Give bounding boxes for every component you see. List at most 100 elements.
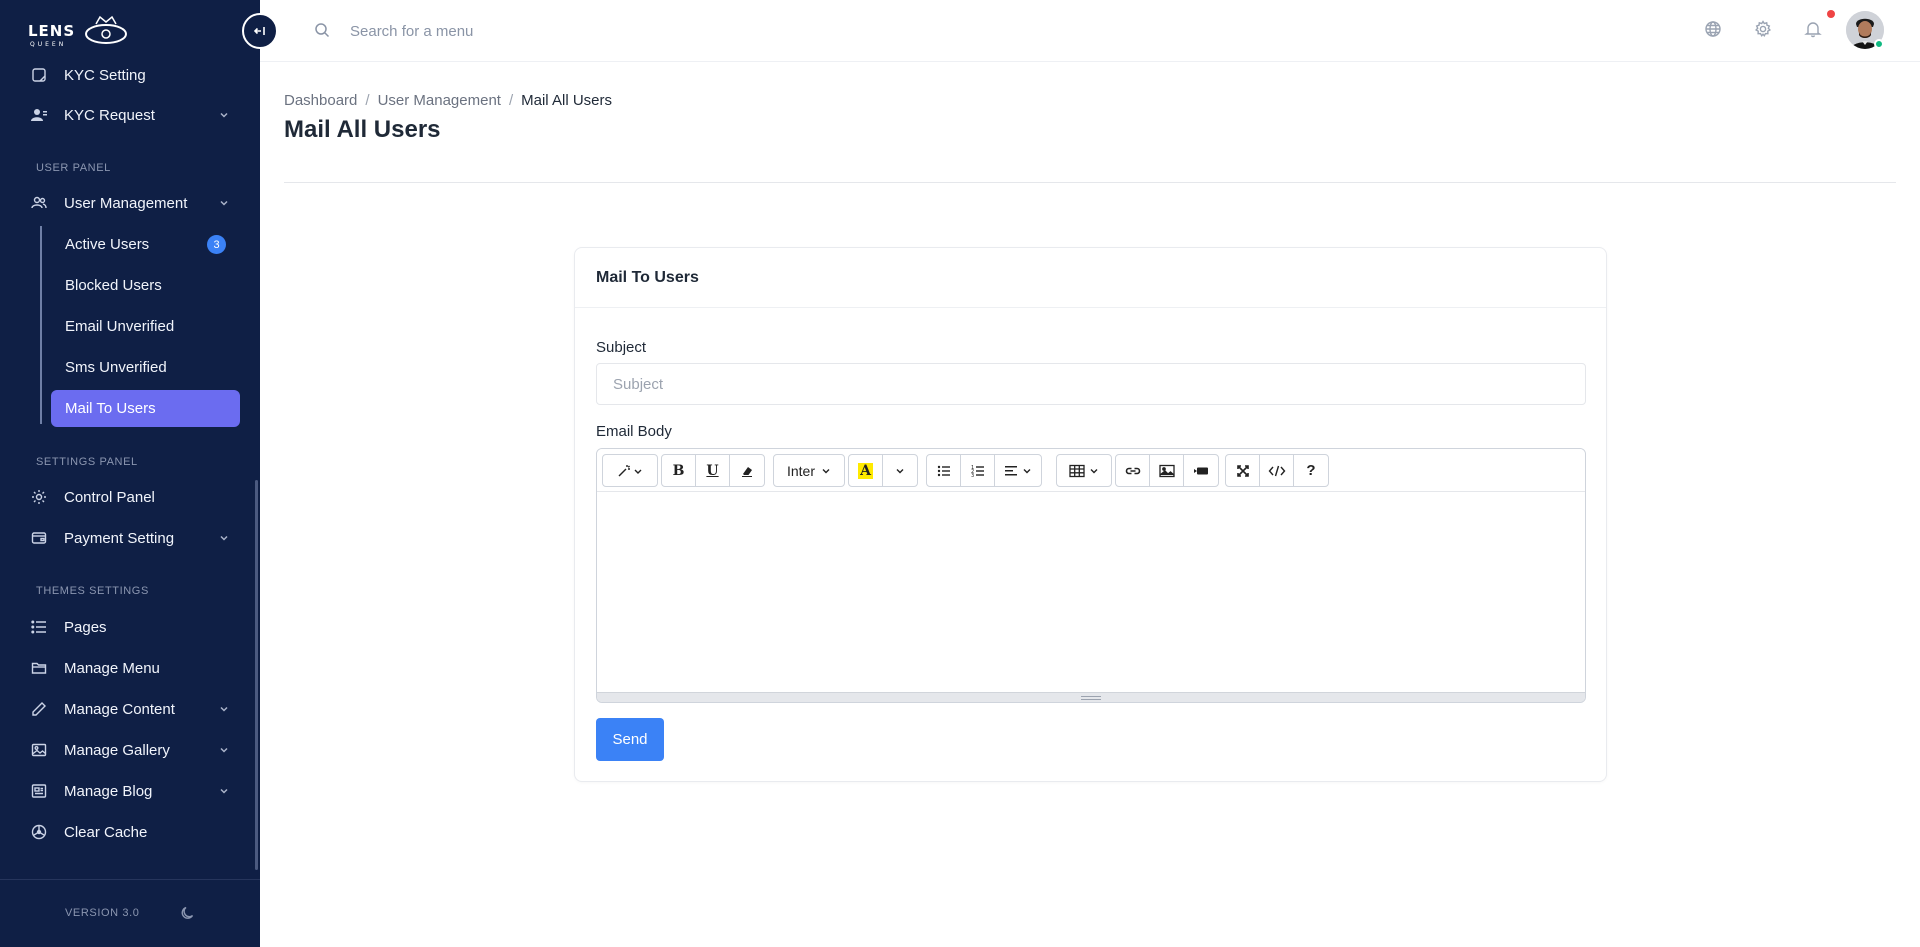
sidebar-item-label: KYC Request	[64, 106, 155, 124]
color-dropdown-button[interactable]	[883, 455, 917, 486]
insert-video-button[interactable]	[1184, 455, 1218, 486]
editor-resize-handle[interactable]	[597, 692, 1585, 702]
video-icon	[1194, 467, 1208, 474]
kyc-request-icon	[30, 106, 48, 124]
chevron-down-icon	[896, 468, 904, 473]
sidebar-item-manage-content[interactable]: Manage Content	[30, 691, 230, 727]
editor-toolbar: B U Inter A 1 2 3 ?	[597, 449, 1585, 492]
dark-mode-toggle-icon[interactable]	[180, 905, 196, 926]
top-bar	[260, 0, 1920, 62]
sidebar-item-label: Sms Unverified	[65, 359, 167, 376]
sidebar-subitem-sms-unverified[interactable]: Sms Unverified	[51, 349, 240, 386]
sidebar-item-label: Manage Content	[64, 700, 175, 718]
chevron-down-icon	[218, 702, 230, 719]
unordered-list-button[interactable]	[927, 455, 961, 486]
sidebar-subitem-blocked-users[interactable]: Blocked Users	[51, 267, 240, 304]
paragraph-group: 123	[926, 454, 1042, 487]
email-body-editor: B U Inter A 1 2 3 ?	[596, 448, 1586, 703]
align-dropdown-button[interactable]	[995, 455, 1041, 486]
sidebar-item-label: Manage Blog	[64, 782, 153, 800]
sidebar-item-pages[interactable]: Pages	[30, 609, 230, 645]
breadcrumb-separator: /	[365, 92, 370, 109]
sidebar-item-label: KYC Setting	[64, 66, 146, 84]
text-format-group: B U	[661, 454, 765, 487]
magic-wand-icon	[618, 464, 642, 476]
breadcrumb-dashboard[interactable]: Dashboard	[284, 92, 357, 109]
sidebar-item-label: Clear Cache	[64, 823, 148, 841]
sidebar-item-manage-gallery[interactable]: Manage Gallery	[30, 732, 230, 768]
version-label: VERSION 3.0	[65, 907, 140, 919]
chevron-down-icon	[1023, 468, 1031, 473]
sidebar-item-control-panel[interactable]: Control Panel	[30, 479, 230, 515]
svg-text:3: 3	[971, 473, 974, 478]
sidebar-subitem-mail-to-users[interactable]: Mail To Users	[51, 390, 240, 427]
chevron-down-icon	[218, 784, 230, 801]
code-icon	[1268, 465, 1285, 476]
section-label-settings-panel: SETTINGS PANEL	[36, 456, 138, 468]
sidebar-item-label: Payment Setting	[64, 529, 175, 547]
insert-group	[1115, 454, 1219, 487]
code-view-button[interactable]	[1260, 455, 1294, 486]
insert-link-button[interactable]	[1116, 455, 1150, 486]
sidebar-item-manage-blog[interactable]: Manage Blog	[30, 773, 230, 809]
globe-icon[interactable]	[1704, 20, 1722, 43]
image-icon	[1158, 464, 1175, 477]
view-group: ?	[1225, 454, 1329, 487]
bold-button[interactable]: B	[662, 455, 696, 486]
breadcrumb-separator: /	[508, 92, 514, 109]
email-body-textarea[interactable]	[597, 492, 1585, 692]
chevron-down-icon	[218, 743, 230, 760]
ordered-list-button[interactable]: 123	[961, 455, 995, 486]
send-button[interactable]: Send	[596, 718, 664, 761]
table-icon	[1069, 464, 1085, 477]
subject-input[interactable]	[596, 363, 1586, 405]
chevron-down-icon	[822, 468, 830, 473]
search-input[interactable]	[350, 16, 750, 46]
settings-icon[interactable]	[1754, 20, 1772, 43]
fullscreen-button[interactable]	[1226, 455, 1260, 486]
sidebar-scrollbar[interactable]	[255, 480, 258, 870]
search-icon	[314, 22, 330, 43]
sidebar-item-clear-cache[interactable]: Clear Cache	[30, 814, 230, 850]
bold-icon: B	[672, 462, 685, 479]
sidebar-item-manage-menu[interactable]: Manage Menu	[30, 650, 230, 686]
sidebar-item-user-management[interactable]: User Management	[30, 185, 230, 221]
submenu-guide-line	[40, 226, 42, 424]
sidebar-item-label: Control Panel	[64, 488, 155, 506]
magic-style-button[interactable]	[603, 455, 657, 486]
bell-icon[interactable]	[1804, 20, 1822, 43]
sidebar-subitem-email-unverified[interactable]: Email Unverified	[51, 308, 240, 345]
sidebar-item-payment-setting[interactable]: Payment Setting	[30, 520, 230, 556]
sidebar-item-label: Email Unverified	[65, 318, 175, 335]
font-family-dropdown[interactable]: Inter	[774, 455, 844, 486]
sidebar-item-label: Pages	[64, 618, 107, 636]
link-icon	[1125, 467, 1140, 474]
mail-form-card: Mail To Users Subject Email Body B U Int…	[574, 247, 1607, 782]
sidebar-item-label: Mail To Users	[65, 400, 156, 417]
insert-image-button[interactable]	[1150, 455, 1184, 486]
font-family-group: Inter	[773, 454, 845, 487]
sidebar-item-kyc-request[interactable]: KYC Request	[30, 97, 230, 133]
sidebar-subitem-active-users[interactable]: Active Users 3	[51, 226, 240, 263]
sidebar-item-label: Blocked Users	[65, 277, 162, 294]
table-dropdown-button[interactable]	[1057, 455, 1111, 486]
collapse-arrow-icon	[253, 27, 265, 35]
section-label-themes-settings: THEMES SETTINGS	[36, 585, 149, 597]
table-group	[1056, 454, 1112, 487]
chevron-down-icon	[218, 108, 230, 125]
email-body-label: Email Body	[596, 423, 672, 440]
sidebar-item-kyc-setting[interactable]: KYC Setting	[30, 57, 230, 93]
sidebar-collapse-button[interactable]	[242, 13, 278, 49]
text-color-button[interactable]: A	[849, 455, 883, 486]
image-icon	[30, 741, 48, 759]
breadcrumb-user-management[interactable]: User Management	[378, 92, 501, 109]
align-left-icon	[1005, 465, 1017, 475]
clear-format-button[interactable]	[730, 455, 764, 486]
underline-button[interactable]: U	[696, 455, 730, 486]
eraser-icon	[742, 466, 752, 477]
brand-logo[interactable]: LENS QUEEN	[28, 12, 133, 48]
sidebar-item-label: Manage Menu	[64, 659, 160, 677]
svg-text:LENS: LENS	[28, 22, 75, 40]
help-button[interactable]: ?	[1294, 455, 1328, 486]
breadcrumb-current: Mail All Users	[521, 92, 612, 109]
